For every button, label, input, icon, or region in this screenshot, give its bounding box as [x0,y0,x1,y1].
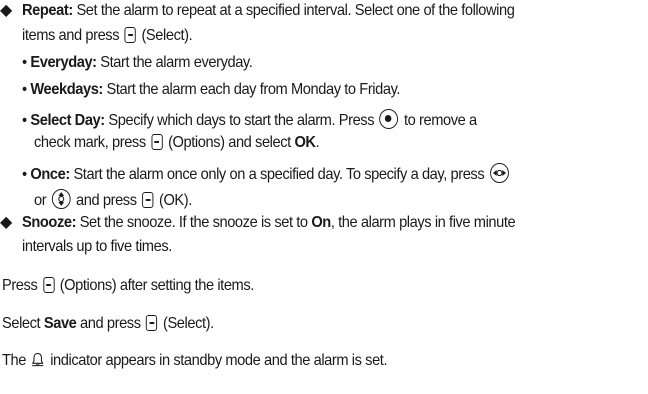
select-day-label: Select Day: [30,112,105,129]
repeat-description: Repeat: Set the alarm to repeat at a spe… [22,2,515,19]
ok-label: OK [294,134,316,151]
soft-key-icon [151,134,163,150]
snooze-description: Snooze: Set the snooze. If the snooze is… [22,214,516,231]
save-label: Save [43,315,77,332]
repeat-label: Repeat: [22,2,73,19]
option-once: • Once: Start the alarm once only on a s… [22,159,510,187]
soft-key-icon [142,192,154,208]
step-select-save: Select Save and press (Select). [2,315,214,332]
option-everyday: • Everyday: Start the alarm everyday. [22,54,253,71]
diamond-bullet-icon: ◆ [0,2,13,19]
manual-page: ◆ Repeat: Set the alarm to repeat at a s… [0,0,648,394]
soft-key-icon [146,315,158,331]
soft-key-icon [42,277,55,293]
repeat-description-line2: items and press (Select). [22,27,193,44]
center-key-icon [379,109,399,129]
on-label: On [311,214,331,231]
up-down-nav-icon [51,189,71,209]
once-label: Once: [30,166,70,183]
option-select-day-line2: check mark, press (Options) and select O… [34,134,320,151]
step-indicator: The indicator appears in standby mode an… [2,350,388,375]
option-once-line2: or and press (OK). [34,185,192,213]
step-press-options: Press (Options) after setting the items. [2,277,254,294]
soft-key-icon [124,27,136,43]
everyday-label: Everyday: [30,54,97,71]
snooze-description-line2: intervals up to five times. [22,238,172,255]
snooze-label: Snooze: [22,214,77,231]
alarm-bell-icon [32,352,45,375]
left-right-nav-icon [489,163,509,183]
diamond-bullet-icon: ◆ [0,214,13,231]
option-weekdays: • Weekdays: Start the alarm each day fro… [22,81,401,98]
option-select-day: • Select Day: Specify which days to star… [22,105,477,133]
weekdays-label: Weekdays: [30,81,103,98]
